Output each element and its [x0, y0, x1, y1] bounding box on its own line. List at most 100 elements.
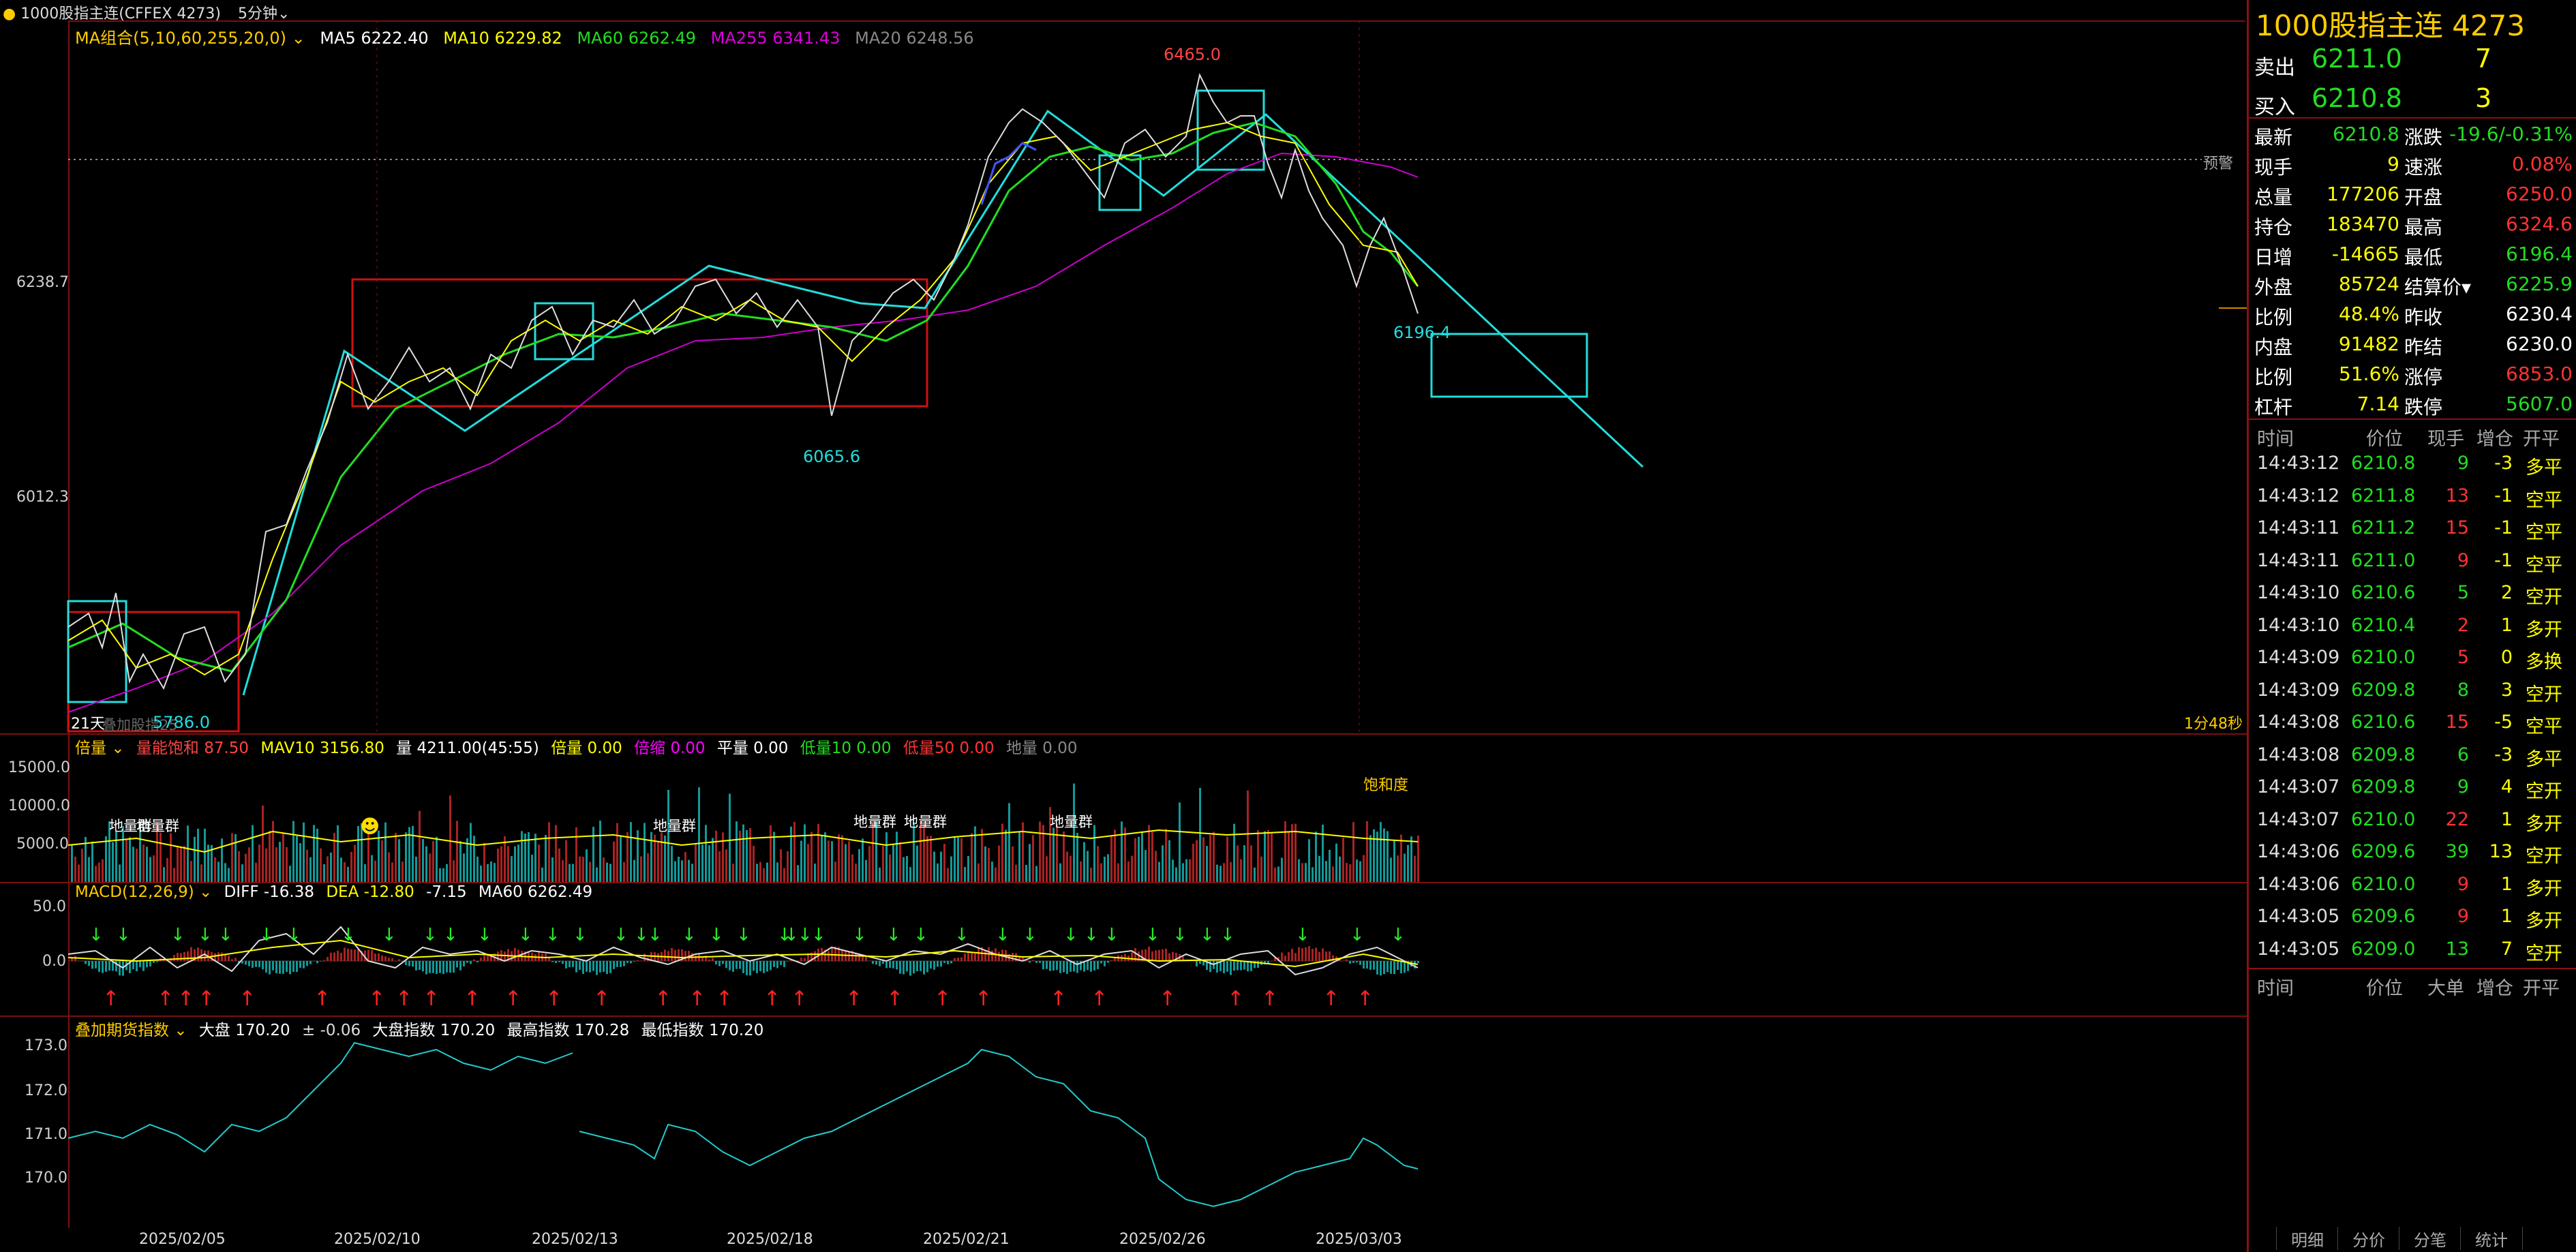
volume-bar [971, 833, 973, 882]
volume-bar [313, 825, 315, 882]
tab-stats[interactable]: 统计 [2460, 1227, 2523, 1250]
volume-bar [1294, 823, 1297, 882]
tab-detail[interactable]: 明细 [2276, 1227, 2338, 1250]
trade-row[interactable]: 14:43:10 6210.6 5 2 空开 [2249, 577, 2576, 609]
buy-price[interactable]: 6210.8 [2312, 83, 2402, 113]
volume-bar [960, 838, 963, 882]
macd-bar [960, 957, 963, 961]
volume-bar [453, 860, 455, 882]
volume-bar [255, 862, 257, 882]
sell-arrow-icon: ↓ [1145, 925, 1160, 945]
macd-chart[interactable]: ↑ ↑ ↑ ↑ ↑ ↑ ↑ ↑ ↑ ↑ ↑ ↑ ↑ ↑ ↑ ↑ ↑ ↑ ↑ ↑ ↑ ↑ ↑ ↑ ↑ ↑ ↑ ↑ ↑↓ ↓ ↓ ↓ ↓ ↓ ↓ ↓ ↓ ↓ ↓… [0, 886, 2247, 1016]
trade-list[interactable]: 14:43:12 6210.8 9 -3 多平 14:43:12 6211.8 13 -1 空平 1… [2249, 447, 2576, 965]
macd-bar [589, 961, 591, 973]
macd-bar [569, 961, 571, 968]
volume-bar [1090, 868, 1092, 882]
macd-bar [879, 961, 881, 966]
volume-bar [1383, 828, 1385, 882]
volume-bar [398, 839, 400, 882]
macd-bar [1243, 961, 1245, 970]
trade-type: 空开 [2526, 684, 2562, 705]
trade-oi-change: 13 [2489, 841, 2513, 862]
trade-row[interactable]: 14:43:07 6210.0 22 1 多开 [2249, 804, 2576, 836]
volume-bar [81, 849, 83, 882]
trade-type: 空开 [2526, 943, 2562, 964]
volume-bar [1223, 863, 1225, 882]
trend-line [242, 109, 1644, 696]
macd-bar [1356, 961, 1358, 963]
trade-row[interactable]: 14:43:06 6210.0 9 1 多开 [2249, 868, 2576, 901]
macd-bar [425, 961, 427, 975]
macd-bar [1363, 961, 1365, 969]
sell-price[interactable]: 6211.0 [2312, 44, 2402, 74]
macd-bar [1012, 952, 1014, 961]
macd-bar [626, 961, 628, 963]
volume-bar [95, 866, 97, 882]
volume-bar [885, 832, 888, 882]
volume-bar [698, 787, 700, 882]
macd-bar [889, 961, 891, 968]
trade-row[interactable]: 14:43:05 6209.0 13 7 空开 [2249, 933, 2576, 966]
volume-bar [1271, 832, 1273, 882]
stat-row: 内盘 91482 昨结 6230.0 [2249, 329, 2576, 361]
trade-row[interactable]: 14:43:12 6210.8 9 -3 多平 [2249, 447, 2576, 480]
macd-bar [759, 961, 761, 972]
volume-bar [330, 852, 332, 882]
buy-arrow-icon: ↑ [198, 987, 215, 1011]
chart-area[interactable]: ● 1000股指主连(CFFEX 4273) 5分钟⌄ MA组合(5,10,60… [0, 0, 2247, 1252]
volume-bar [1380, 822, 1382, 882]
date-label: 2025/02/21 [923, 1231, 1010, 1248]
macd-bar [722, 961, 724, 964]
tab-price-dist[interactable]: 分价 [2337, 1227, 2399, 1250]
macd-bar [770, 961, 772, 971]
volume-bar [296, 836, 298, 882]
trade-price: 6209.6 [2351, 906, 2416, 927]
trade-type: 多开 [2526, 911, 2562, 932]
sell-arrow-icon: ↓ [784, 925, 799, 945]
volume-bar [1104, 856, 1106, 882]
trade-time: 14:43:11 [2257, 549, 2340, 571]
volume-bar [1260, 856, 1262, 882]
macd-bar [1090, 961, 1092, 972]
price-chart[interactable] [0, 0, 2247, 736]
trade-row[interactable]: 14:43:07 6209.8 9 4 空开 [2249, 771, 2576, 804]
macd-bar [1359, 961, 1361, 965]
sell-arrow-icon: ↓ [811, 925, 826, 945]
volume-bar [1110, 836, 1112, 882]
volume-bar [548, 822, 550, 882]
trade-row[interactable]: 14:43:09 6209.8 8 3 空开 [2249, 674, 2576, 707]
macd-bar [1148, 946, 1150, 961]
futures-index-chart[interactable] [0, 1022, 2247, 1227]
macd-bar [756, 961, 758, 974]
buy-qty: 3 [2475, 83, 2492, 113]
volume-bar [436, 836, 438, 882]
trade-row[interactable]: 14:43:11 6211.0 9 -1 空平 [2249, 545, 2576, 577]
macd-bar [252, 961, 254, 968]
volume-bar [1189, 859, 1191, 882]
trade-qty: 22 [2445, 808, 2469, 830]
volume-chart[interactable] [0, 750, 2247, 882]
trade-row[interactable]: 14:43:11 6211.2 15 -1 空平 [2249, 512, 2576, 545]
macd-bar [350, 949, 352, 961]
trade-row[interactable]: 14:43:10 6210.4 2 1 多开 [2249, 609, 2576, 642]
macd-bar [906, 961, 908, 972]
macd-bar [732, 961, 734, 972]
volume-bar [800, 840, 802, 882]
trade-row[interactable]: 14:43:05 6209.6 9 1 多开 [2249, 900, 2576, 933]
buy-arrow-icon: ↑ [545, 987, 562, 1011]
trade-row[interactable]: 14:43:08 6209.8 6 -3 多平 [2249, 739, 2576, 772]
trade-oi-change: -1 [2494, 549, 2513, 571]
volume-bar [347, 866, 349, 882]
volume-bar [88, 857, 90, 882]
trade-price: 6209.6 [2351, 841, 2416, 862]
trade-row[interactable]: 14:43:09 6210.0 5 0 多换 [2249, 641, 2576, 674]
trade-row[interactable]: 14:43:06 6209.6 39 13 空开 [2249, 836, 2576, 868]
trade-row[interactable]: 14:43:12 6211.8 13 -1 空平 [2249, 480, 2576, 513]
saturation-tag: 饱和度 [1363, 777, 1409, 794]
stat-value: -19.6/-0.31% [2449, 123, 2573, 145]
volume-bar [1168, 840, 1170, 882]
volume-bar [275, 847, 277, 882]
macd-bar [1346, 959, 1348, 961]
trade-row[interactable]: 14:43:08 6210.6 15 -5 空平 [2249, 706, 2576, 739]
tab-ticks[interactable]: 分笔 [2399, 1227, 2461, 1250]
